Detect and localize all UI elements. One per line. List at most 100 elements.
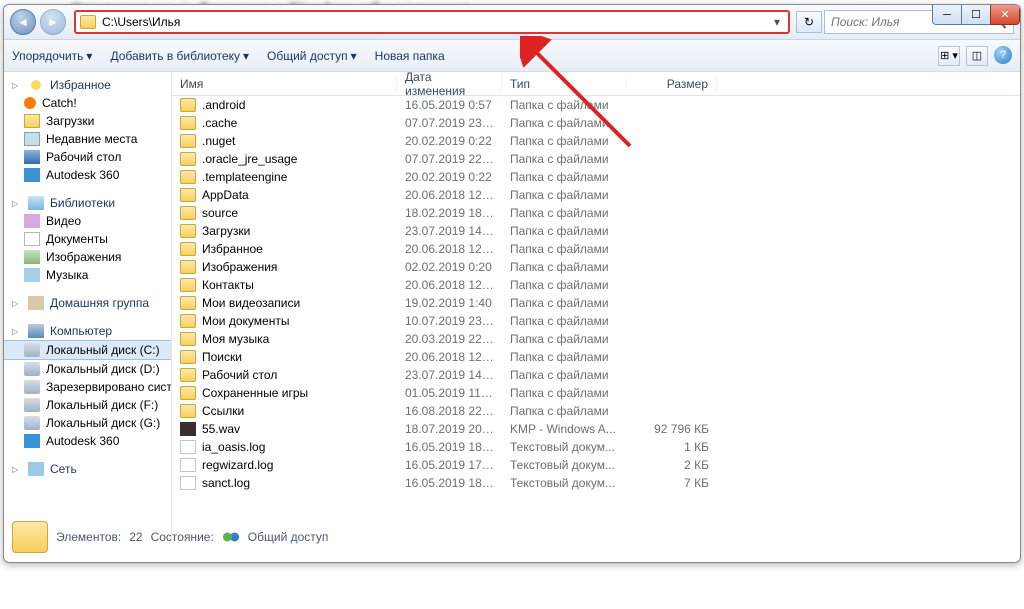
file-row[interactable]: Поиски20.06.2018 12:11Папка с файлами xyxy=(172,348,1020,366)
sidebar-homegroup[interactable]: Домашняя группа xyxy=(4,294,171,312)
sidebar-item-drive-f[interactable]: Локальный диск (F:) xyxy=(4,396,171,414)
file-row[interactable]: .android16.05.2019 0:57Папка с файлами xyxy=(172,96,1020,114)
preview-pane-button[interactable]: ◫ xyxy=(966,46,988,66)
file-type: Папка с файлами xyxy=(502,170,627,184)
file-row[interactable]: .oracle_jre_usage 07.07.2019 22:06Папка с… xyxy=(172,150,1020,168)
file-name: .templateengine xyxy=(202,170,287,184)
file-type: Папка с файлами xyxy=(502,242,627,256)
file-date: 10.07.2019 23:51 xyxy=(397,314,502,328)
chevron-down-icon: ▾ xyxy=(243,49,249,63)
file-row[interactable]: Изображения02.02.2019 0:20Папка с файлам… xyxy=(172,258,1020,276)
file-type: Папка с файлами xyxy=(502,350,627,364)
file-row[interactable]: Загрузки23.07.2019 14:37Папка с файлами xyxy=(172,222,1020,240)
sidebar-item-autodesk2[interactable]: Autodesk 360 xyxy=(4,432,171,450)
back-button[interactable]: ◄ xyxy=(10,9,36,35)
file-name: .nuget xyxy=(202,134,235,148)
sidebar-item-drive-c[interactable]: Локальный диск (C:) xyxy=(4,340,171,360)
sidebar-item-documents[interactable]: Документы xyxy=(4,230,171,248)
file-row[interactable]: Ссылки16.08.2018 22:12Папка с файлами xyxy=(172,402,1020,420)
new-folder-button[interactable]: Новая папка xyxy=(375,49,445,63)
txt-icon xyxy=(180,440,196,454)
file-row[interactable]: .cache07.07.2019 23:19Папка с файлами xyxy=(172,114,1020,132)
file-type: Папка с файлами xyxy=(502,152,627,166)
file-row[interactable]: Рабочий стол23.07.2019 14:36Папка с файл… xyxy=(172,366,1020,384)
address-dropdown-icon[interactable]: ▾ xyxy=(770,15,784,29)
minimize-button[interactable]: ─ xyxy=(932,5,962,25)
drive-icon xyxy=(24,343,40,357)
sidebar-libraries[interactable]: Библиотеки xyxy=(4,194,171,212)
sidebar-item-video[interactable]: Видео xyxy=(4,212,171,230)
maximize-button[interactable]: ☐ xyxy=(961,5,991,25)
file-row[interactable]: 55.wav18.07.2019 20:30KMP - Windows A...… xyxy=(172,420,1020,438)
file-date: 23.07.2019 14:37 xyxy=(397,224,502,238)
share-button[interactable]: Общий доступ▾ xyxy=(267,49,357,63)
file-date: 07.07.2019 22:06 xyxy=(397,152,502,166)
view-options-button[interactable]: ⊞ ▾ xyxy=(938,46,960,66)
file-row[interactable]: regwizard.log16.05.2019 17:52Текстовый д… xyxy=(172,456,1020,474)
file-name: .oracle_jre_usage xyxy=(202,152,297,166)
file-date: 23.07.2019 14:36 xyxy=(397,368,502,382)
file-name: Рабочий стол xyxy=(202,368,277,382)
sidebar-network[interactable]: Сеть xyxy=(4,460,171,478)
drive-icon xyxy=(24,416,40,430)
status-elements-count: 22 xyxy=(129,530,142,544)
sidebar-favorites[interactable]: Избранное xyxy=(4,76,171,94)
sidebar-computer[interactable]: Компьютер xyxy=(4,322,171,340)
file-row[interactable]: .nuget20.02.2019 0:22Папка с файлами xyxy=(172,132,1020,150)
file-row[interactable]: ia_oasis.log16.05.2019 18:58Текстовый до… xyxy=(172,438,1020,456)
toolbar: Упорядочить▾ Добавить в библиотеку▾ Общи… xyxy=(4,40,1020,72)
file-name: Избранное xyxy=(202,242,263,256)
file-type: Папка с файлами xyxy=(502,332,627,346)
address-bar[interactable]: ▾ xyxy=(74,10,790,34)
file-date: 20.06.2018 12:11 xyxy=(397,278,502,292)
file-name: Контакты xyxy=(202,278,254,292)
file-date: 20.06.2018 12:11 xyxy=(397,188,502,202)
sidebar-item-drive-d[interactable]: Локальный диск (D:) xyxy=(4,360,171,378)
forward-button[interactable]: ► xyxy=(40,9,66,35)
file-row[interactable]: Мои документы10.07.2019 23:51Папка с фай… xyxy=(172,312,1020,330)
header-size[interactable]: Размер xyxy=(627,77,717,91)
file-row[interactable]: Контакты20.06.2018 12:11Папка с файлами xyxy=(172,276,1020,294)
file-row[interactable]: Избранное20.06.2018 12:12Папка с файлами xyxy=(172,240,1020,258)
refresh-button[interactable]: ↻ xyxy=(796,11,822,33)
sidebar-item-autodesk[interactable]: Autodesk 360 xyxy=(4,166,171,184)
file-row[interactable]: sanct.log16.05.2019 18:58Текстовый докум… xyxy=(172,474,1020,492)
file-type: Папка с файлами xyxy=(502,260,627,274)
documents-icon xyxy=(24,232,40,246)
status-bar: Элементов: 22 Состояние: Общий доступ xyxy=(12,518,328,556)
file-size: 2 КБ xyxy=(627,458,717,472)
folder-icon xyxy=(180,152,196,166)
file-row[interactable]: .templateengine20.02.2019 0:22Папка с фа… xyxy=(172,168,1020,186)
file-row[interactable]: Мои видеозаписи19.02.2019 1:40Папка с фа… xyxy=(172,294,1020,312)
sidebar-item-reserved[interactable]: Зарезервировано системой xyxy=(4,378,171,396)
folder-icon xyxy=(180,278,196,292)
add-to-library-button[interactable]: Добавить в библиотеку▾ xyxy=(110,49,249,63)
help-button[interactable]: ? xyxy=(994,46,1012,64)
file-type: Папка с файлами xyxy=(502,296,627,310)
sidebar-item-downloads[interactable]: Загрузки xyxy=(4,112,171,130)
close-button[interactable]: ✕ xyxy=(990,5,1020,25)
header-date[interactable]: Дата изменения xyxy=(397,72,502,98)
sidebar-item-drive-g[interactable]: Локальный диск (G:) xyxy=(4,414,171,432)
address-input[interactable] xyxy=(102,15,770,29)
images-icon xyxy=(24,250,40,264)
sidebar-item-images[interactable]: Изображения xyxy=(4,248,171,266)
header-type[interactable]: Тип xyxy=(502,77,627,91)
sidebar-item-recent[interactable]: Недавние места xyxy=(4,130,171,148)
recent-icon xyxy=(24,132,40,146)
share-icon xyxy=(222,530,240,544)
sidebar-item-music[interactable]: Музыка xyxy=(4,266,171,284)
file-type: Папка с файлами xyxy=(502,386,627,400)
file-row[interactable]: Моя музыка20.03.2019 22:55Папка с файлам… xyxy=(172,330,1020,348)
sidebar-item-desktop[interactable]: Рабочий стол xyxy=(4,148,171,166)
organize-button[interactable]: Упорядочить▾ xyxy=(12,49,92,63)
file-row[interactable]: source18.02.2019 18:50Папка с файлами xyxy=(172,204,1020,222)
header-name[interactable]: Имя xyxy=(172,77,397,91)
wav-icon xyxy=(180,422,196,436)
star-icon xyxy=(28,78,44,92)
txt-icon xyxy=(180,458,196,472)
file-row[interactable]: Сохраненные игры01.05.2019 11:48Папка с … xyxy=(172,384,1020,402)
file-row[interactable]: AppData20.06.2018 12:11Папка с файлами xyxy=(172,186,1020,204)
sidebar-item-catch[interactable]: Catch! xyxy=(4,94,171,112)
folder-icon xyxy=(180,350,196,364)
